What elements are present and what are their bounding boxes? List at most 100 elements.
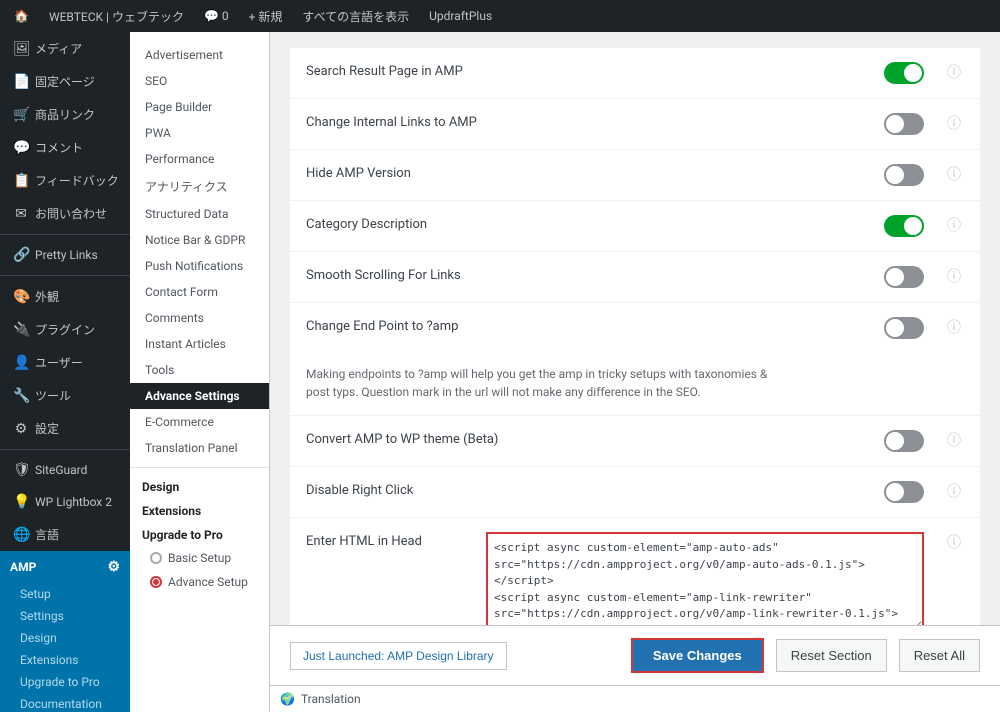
- toggle-search-result-amp[interactable]: [884, 62, 924, 84]
- sidebar-settings-label: 設定: [35, 420, 59, 437]
- media-icon: 🖼: [13, 41, 29, 57]
- amp-sub-design[interactable]: Design: [0, 627, 130, 649]
- plugin-menu-advertisement[interactable]: Advertisement: [130, 42, 269, 68]
- plugin-menu-analytics[interactable]: アナリティクス: [130, 172, 269, 201]
- sidebar-item-contact[interactable]: ✉ お問い合わせ: [0, 197, 130, 230]
- toggle-convert-amp[interactable]: [884, 430, 924, 452]
- basic-setup-radio[interactable]: [150, 552, 162, 564]
- plugin-menu-performance[interactable]: Performance: [130, 146, 269, 172]
- info-disable-right-click[interactable]: ⓘ: [944, 481, 964, 501]
- sidebar-item-prettylinks[interactable]: 🔗 Pretty Links: [0, 239, 130, 271]
- setting-label-internal-links: Change Internal Links to AMP: [306, 113, 864, 130]
- plugin-menu-advance-setup[interactable]: Advance Setup: [130, 570, 269, 594]
- lang-icon: 🌐: [13, 527, 29, 543]
- info-html-head[interactable]: ⓘ: [944, 532, 964, 552]
- amp-sub-settings[interactable]: Settings: [0, 605, 130, 627]
- sidebar-item-plugins[interactable]: 🔌 プラグイン: [0, 313, 130, 346]
- sidebar-item-siteguard[interactable]: 🛡 SiteGuard: [0, 454, 130, 486]
- toggle-endpoint[interactable]: [884, 317, 924, 339]
- amp-gear-icon: ⚙: [107, 559, 120, 575]
- reset-section-button[interactable]: Reset Section: [776, 639, 887, 672]
- plugin-menu-tools[interactable]: Tools: [130, 357, 269, 383]
- reset-all-button[interactable]: Reset All: [899, 639, 980, 672]
- sidebar-item-appearance[interactable]: 🎨 外観: [0, 280, 130, 313]
- setting-label-convert-amp: Convert AMP to WP theme (Beta): [306, 430, 864, 447]
- setting-label-disable-right-click: Disable Right Click: [306, 481, 864, 498]
- plugin-menu-push-notifications[interactable]: Push Notifications: [130, 253, 269, 279]
- plugin-sidebar: Advertisement SEO Page Builder PWA Perfo…: [130, 32, 270, 712]
- translation-label: Translation: [301, 692, 361, 706]
- html-head-textarea-wrapper: [486, 532, 924, 625]
- setting-label-category-desc: Category Description: [306, 215, 864, 232]
- amp-sub-upgrade[interactable]: Upgrade to Pro: [0, 671, 130, 693]
- info-convert-amp[interactable]: ⓘ: [944, 430, 964, 450]
- setting-row-hide-amp: Hide AMP Version ⓘ: [290, 150, 980, 201]
- wp-logo[interactable]: 🏠: [8, 0, 35, 32]
- amp-sub-setup[interactable]: Setup: [0, 583, 130, 605]
- products-icon: 🛒: [13, 107, 29, 123]
- plugin-menu-sep-design: [130, 467, 269, 468]
- amp-label: AMP: [10, 560, 36, 574]
- toggle-hide-amp[interactable]: [884, 164, 924, 186]
- setting-control-search-result-amp: [884, 62, 924, 84]
- new-item-link[interactable]: + 新規: [243, 0, 289, 32]
- plugin-menu-pagebuilder[interactable]: Page Builder: [130, 94, 269, 120]
- comments-link[interactable]: 💬 0: [198, 0, 235, 32]
- plugin-menu-design-section: Design: [130, 474, 269, 498]
- appearance-icon: 🎨: [13, 289, 29, 305]
- plugin-menu-pwa[interactable]: PWA: [130, 120, 269, 146]
- plugin-menu-basic-setup[interactable]: Basic Setup: [130, 546, 269, 570]
- sidebar-item-feedback[interactable]: 📋 フィードバック: [0, 164, 130, 197]
- save-changes-button[interactable]: Save Changes: [631, 638, 764, 673]
- sidebar-tools-label: ツール: [35, 387, 71, 404]
- info-hide-amp[interactable]: ⓘ: [944, 164, 964, 184]
- info-internal-links[interactable]: ⓘ: [944, 113, 964, 133]
- sidebar-item-lightbox[interactable]: 💡 WP Lightbox 2: [0, 486, 130, 518]
- setting-control-hide-amp: [884, 164, 924, 186]
- toggle-category-desc[interactable]: [884, 215, 924, 237]
- sidebar-item-users[interactable]: 👤 ユーザー: [0, 346, 130, 379]
- toggle-knob-endpoint: [886, 319, 904, 337]
- toggle-smooth-scrolling[interactable]: [884, 266, 924, 288]
- toggle-internal-links[interactable]: [884, 113, 924, 135]
- sidebar-item-lang[interactable]: 🌐 言語: [0, 518, 130, 551]
- plugin-menu-translation-panel[interactable]: Translation Panel: [130, 435, 269, 461]
- sidebar-item-comments[interactable]: 💬 コメント: [0, 131, 130, 164]
- plugin-menu-comments[interactable]: Comments: [130, 305, 269, 331]
- info-search-result-amp[interactable]: ⓘ: [944, 62, 964, 82]
- plugin-menu-structured-data[interactable]: Structured Data: [130, 201, 269, 227]
- pages-icon: 📄: [13, 74, 29, 90]
- info-smooth-scrolling[interactable]: ⓘ: [944, 266, 964, 286]
- toggle-disable-right-click[interactable]: [884, 481, 924, 503]
- menu-separator-1: [0, 234, 130, 235]
- sidebar-item-products[interactable]: 🛒 商品リンク: [0, 98, 130, 131]
- amp-sub-docs[interactable]: Documentation: [0, 693, 130, 712]
- sidebar-item-tools[interactable]: 🔧 ツール: [0, 379, 130, 412]
- content-inner: Search Result Page in AMP ⓘ Change Inter…: [270, 32, 1000, 625]
- sidebar-item-settings[interactable]: ⚙ 設定: [0, 412, 130, 445]
- setting-label-smooth-scrolling: Smooth Scrolling For Links: [306, 266, 864, 283]
- translation-bar: 🌍 Translation: [270, 685, 1000, 712]
- feedback-icon: 📋: [13, 173, 29, 189]
- advance-setup-radio[interactable]: [150, 576, 162, 588]
- languages-link[interactable]: すべての言語を表示: [296, 0, 415, 32]
- plugin-menu-ecommerce[interactable]: E-Commerce: [130, 409, 269, 435]
- toggle-knob-category-desc: [904, 217, 922, 235]
- amp-header[interactable]: AMP ⚙: [0, 551, 130, 583]
- menu-separator-2: [0, 275, 130, 276]
- plugin-menu-seo[interactable]: SEO: [130, 68, 269, 94]
- html-head-textarea[interactable]: [486, 532, 924, 625]
- plugin-menu-advance-settings[interactable]: Advance Settings: [130, 383, 269, 409]
- info-endpoint[interactable]: ⓘ: [944, 317, 964, 337]
- sidebar-item-media[interactable]: 🖼 メディア: [0, 32, 130, 65]
- launch-link-button[interactable]: Just Launched: AMP Design Library: [290, 642, 507, 670]
- plugin-menu-contact-form[interactable]: Contact Form: [130, 279, 269, 305]
- setting-control-disable-right-click: [884, 481, 924, 503]
- updraftplus-link[interactable]: UpdraftPlus: [423, 0, 498, 32]
- amp-sub-extensions[interactable]: Extensions: [0, 649, 130, 671]
- sidebar-item-pages[interactable]: 📄 固定ページ: [0, 65, 130, 98]
- site-name[interactable]: WEBTECK | ウェブテック: [43, 0, 190, 32]
- plugin-menu-instant-articles[interactable]: Instant Articles: [130, 331, 269, 357]
- plugin-menu-notice-bar[interactable]: Notice Bar & GDPR: [130, 227, 269, 253]
- info-category-desc[interactable]: ⓘ: [944, 215, 964, 235]
